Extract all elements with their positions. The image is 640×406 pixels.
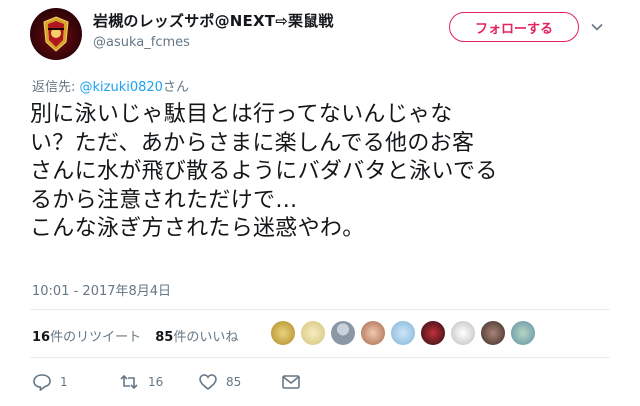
liker-avatar[interactable] [390,320,416,346]
like-stat[interactable]: 85件のいいね [155,330,238,345]
direct-message-button[interactable] [281,372,301,392]
tweet-text: 別に泳いじゃ駄目とは行ってないんじゃな い？ただ、あからさまに楽しんでる他のお客… [30,102,498,241]
liker-avatar[interactable] [300,320,326,346]
reply-to-line: 返信先: @kizuki0820さん [32,76,189,95]
like-stat-count: 85 [155,330,174,345]
liker-avatar[interactable] [330,320,356,346]
reply-to-suffix: さん [162,80,189,95]
retweet-count: 16 [148,375,164,389]
display-name[interactable]: 岩槻のレッズサポ@NEXT⇨栗鼠戦 [93,10,334,31]
liker-avatar[interactable] [450,320,476,346]
retweet-stat[interactable]: 16件のリツイート [32,330,141,345]
caret-down-icon[interactable] [590,20,604,34]
liker-avatar[interactable] [480,320,506,346]
follow-button[interactable]: フォローする [449,12,579,42]
mail-icon [282,375,300,389]
divider [30,309,610,310]
retweet-stat-label: 件のリツイート [50,330,142,345]
tweet-card: 岩槻のレッズサポ@NEXT⇨栗鼠戦 @asuka_fcmes フォローする 返信… [0,0,640,406]
like-button[interactable]: 85 [198,372,241,392]
like-stat-label: 件のいいね [173,330,239,345]
club-crest-icon [43,16,69,52]
liker-avatar[interactable] [360,320,386,346]
reply-to-prefix: 返信先: [32,80,80,95]
engagement-stats: 16件のリツイート 85件のいいね [32,326,238,345]
avatar[interactable] [30,8,82,60]
user-info: 岩槻のレッズサポ@NEXT⇨栗鼠戦 @asuka_fcmes [93,10,334,50]
reply-icon [33,374,51,391]
retweet-icon [120,374,138,390]
liker-avatar[interactable] [510,320,536,346]
user-handle[interactable]: @asuka_fcmes [93,35,334,50]
timestamp[interactable]: 10:01 - 2017年8月4日 [32,280,171,299]
reply-button[interactable]: 1 [32,372,68,392]
like-count: 85 [226,375,242,389]
liker-avatar[interactable] [420,320,446,346]
retweet-button[interactable]: 16 [118,372,163,392]
retweet-stat-count: 16 [32,330,51,345]
divider [30,357,610,358]
liker-avatar[interactable] [270,320,296,346]
reply-count: 1 [60,375,68,389]
reply-to-mention[interactable]: @kizuki0820 [80,80,163,95]
heart-icon [199,374,217,391]
